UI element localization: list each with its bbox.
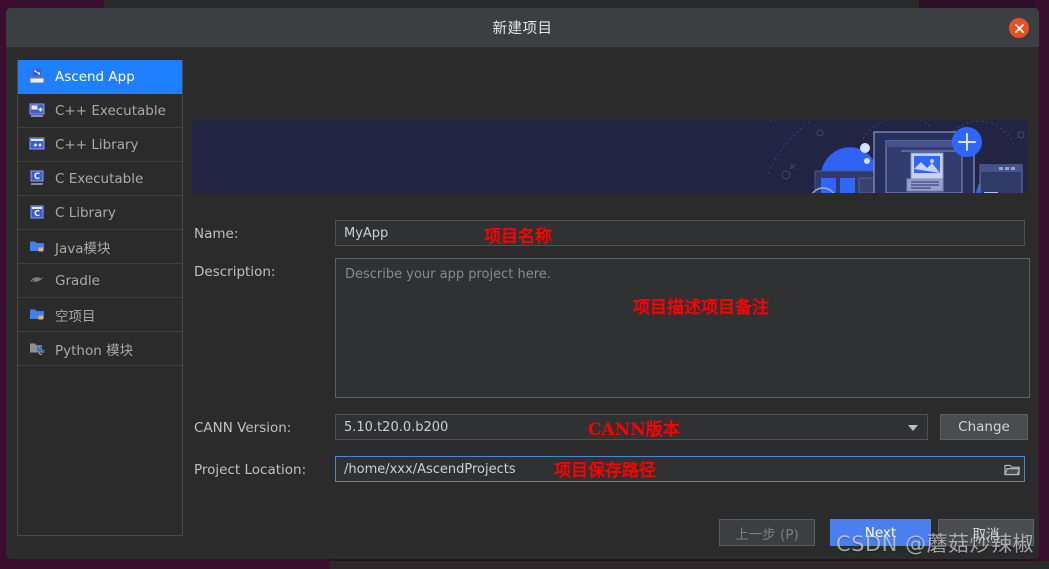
ascend-project-illustration: [768, 120, 1025, 193]
sidebar-item-label: C++ Executable: [55, 102, 166, 119]
screen: 新建项目 Ascend App C++ Executable C++ Library…: [0, 0, 1049, 569]
sidebar-item-label: Ascend App: [55, 68, 135, 85]
cann-version-value: 5.10.t20.0.b200: [344, 419, 449, 435]
svg-text:C: C: [34, 209, 40, 218]
sidebar-item-label: C++ Library: [55, 136, 139, 153]
sidebar-item-label: Python 模块: [55, 342, 134, 359]
sidebar-item-c++-executable[interactable]: C++ Executable: [18, 94, 182, 128]
sidebar-item-label: Java模块: [55, 240, 111, 257]
banner: [192, 120, 1028, 193]
watermark: CSDN @蘑菇炒辣椒: [836, 532, 1035, 556]
desktop-background-bottom-left: [0, 559, 330, 569]
sidebar-item-python[interactable]: Python 模块: [18, 332, 182, 366]
cpp-library-icon: [29, 137, 45, 150]
sidebar-item-label: 空项目: [55, 308, 96, 325]
gradle-icon: [29, 272, 46, 289]
annotation-name: 项目名称: [484, 227, 552, 247]
project-type-sidebar: Ascend App C++ Executable C++ Library C C Ex…: [17, 60, 183, 536]
c-library-icon: C: [30, 205, 44, 219]
annotation-description: 项目描述项目备注: [633, 298, 769, 318]
folder-module-icon: [30, 309, 44, 320]
sidebar-item-c-library[interactable]: C C Library: [18, 196, 182, 230]
svg-text:C: C: [34, 172, 40, 182]
desktop-background-top: [104, 0, 919, 8]
ascend-app-icon: [29, 69, 45, 84]
sidebar-item-ascend-app[interactable]: Ascend App: [18, 60, 182, 94]
new-project-dialog: 新建项目 Ascend App C++ Executable C++ Library…: [6, 8, 1039, 559]
sidebar-item-c-executable[interactable]: C C Executable: [18, 162, 182, 196]
cann-version-label: CANN Version:: [194, 420, 292, 436]
cpp-library-icon: [29, 136, 46, 153]
project-location-label: Project Location:: [194, 462, 307, 478]
annotation-project-location: 项目保存路径: [554, 461, 656, 481]
sidebar-item-c++-library[interactable]: C++ Library: [18, 128, 182, 162]
folder-module-icon: [30, 241, 44, 252]
close-icon[interactable]: [1009, 18, 1029, 38]
cpp-executable-icon: [29, 103, 45, 117]
description-textarea[interactable]: Describe your app project here.: [335, 258, 1030, 398]
chevron-down-icon[interactable]: [908, 425, 918, 431]
python-module-icon: [30, 343, 45, 355]
dialog-titlebar: 新建项目: [6, 8, 1039, 47]
sidebar-item-label: C Executable: [55, 170, 144, 187]
sidebar-item-[interactable]: 空项目: [18, 298, 182, 332]
folder-module-icon: [29, 238, 46, 255]
sidebar-item-java[interactable]: Java模块: [18, 230, 182, 264]
sidebar-item-label: Gradle: [55, 272, 100, 289]
project-location-input[interactable]: /home/xxx/AscendProjects: [335, 456, 1025, 482]
change-button[interactable]: Change: [940, 414, 1028, 440]
name-input[interactable]: MyApp: [335, 220, 1025, 246]
name-label: Name:: [194, 226, 239, 242]
previous-button[interactable]: 上一步 (P): [719, 519, 815, 546]
sidebar-item-label: C Library: [55, 204, 116, 221]
ascend-app-icon: [29, 68, 46, 85]
folder-module-icon: [29, 306, 46, 323]
python-module-icon: [29, 340, 46, 357]
sidebar-item-gradle[interactable]: Gradle: [18, 264, 182, 298]
cpp-executable-icon: [29, 102, 46, 119]
dialog-body: Ascend App C++ Executable C++ Library C C Ex…: [6, 47, 1039, 559]
c-library-icon: C: [29, 204, 46, 221]
dialog-title: 新建项目: [492, 21, 553, 37]
c-executable-icon: C: [30, 170, 44, 185]
gradle-icon: [30, 277, 44, 282]
folder-icon[interactable]: [1004, 463, 1020, 476]
annotation-cann-version: CANN版本: [588, 420, 680, 440]
description-label: Description:: [194, 264, 276, 280]
c-executable-icon: C: [29, 170, 46, 187]
main-panel: Name: MyApp 项目名称 Description: Describe y…: [192, 60, 1030, 536]
